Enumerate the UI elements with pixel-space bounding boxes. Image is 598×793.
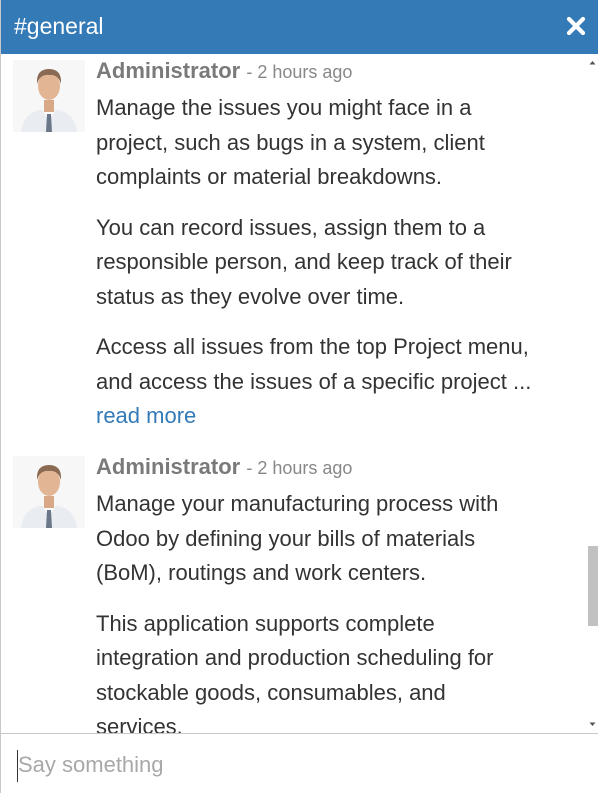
scroll-up-arrow-icon[interactable] [588,58,597,67]
message-input[interactable] [17,750,578,782]
message-paragraph: Manage your manufacturing process with Od… [96,491,499,585]
message-paragraph: Manage the issues you might face in a pro… [96,95,485,189]
scrollbar-thumb[interactable] [588,546,598,626]
scroll-down-arrow-icon[interactable] [588,720,597,729]
message-header: Administrator - 2 hours ago [96,57,581,85]
message-timestamp: - 2 hours ago [246,458,353,478]
message-body: Administrator - 2 hours ago Manage your … [96,453,581,733]
message-paragraph: Access all issues from the top Project m… [96,334,532,428]
avatar[interactable] [13,60,85,132]
message-list[interactable]: Administrator - 2 hours ago Manage the i… [1,54,598,733]
message-paragraph: This application supports complete integr… [96,610,494,734]
message-author[interactable]: Administrator [96,58,240,83]
message-author[interactable]: Administrator [96,454,240,479]
chat-header: #general [1,0,598,54]
avatar[interactable] [13,456,85,528]
read-more-link[interactable]: read more [96,403,196,428]
message-body: Administrator - 2 hours ago Manage the i… [96,57,581,450]
message-paragraph: You can record issues, assign them to ar… [96,214,512,309]
message-timestamp: - 2 hours ago [246,62,353,82]
chat-window: #general Administrator - 2 hours ago Man… [0,0,598,793]
close-icon[interactable] [565,15,587,37]
channel-title: #general [14,13,104,39]
scrollbar[interactable] [586,54,598,733]
message-header: Administrator - 2 hours ago [96,453,581,481]
message-composer [1,733,598,793]
